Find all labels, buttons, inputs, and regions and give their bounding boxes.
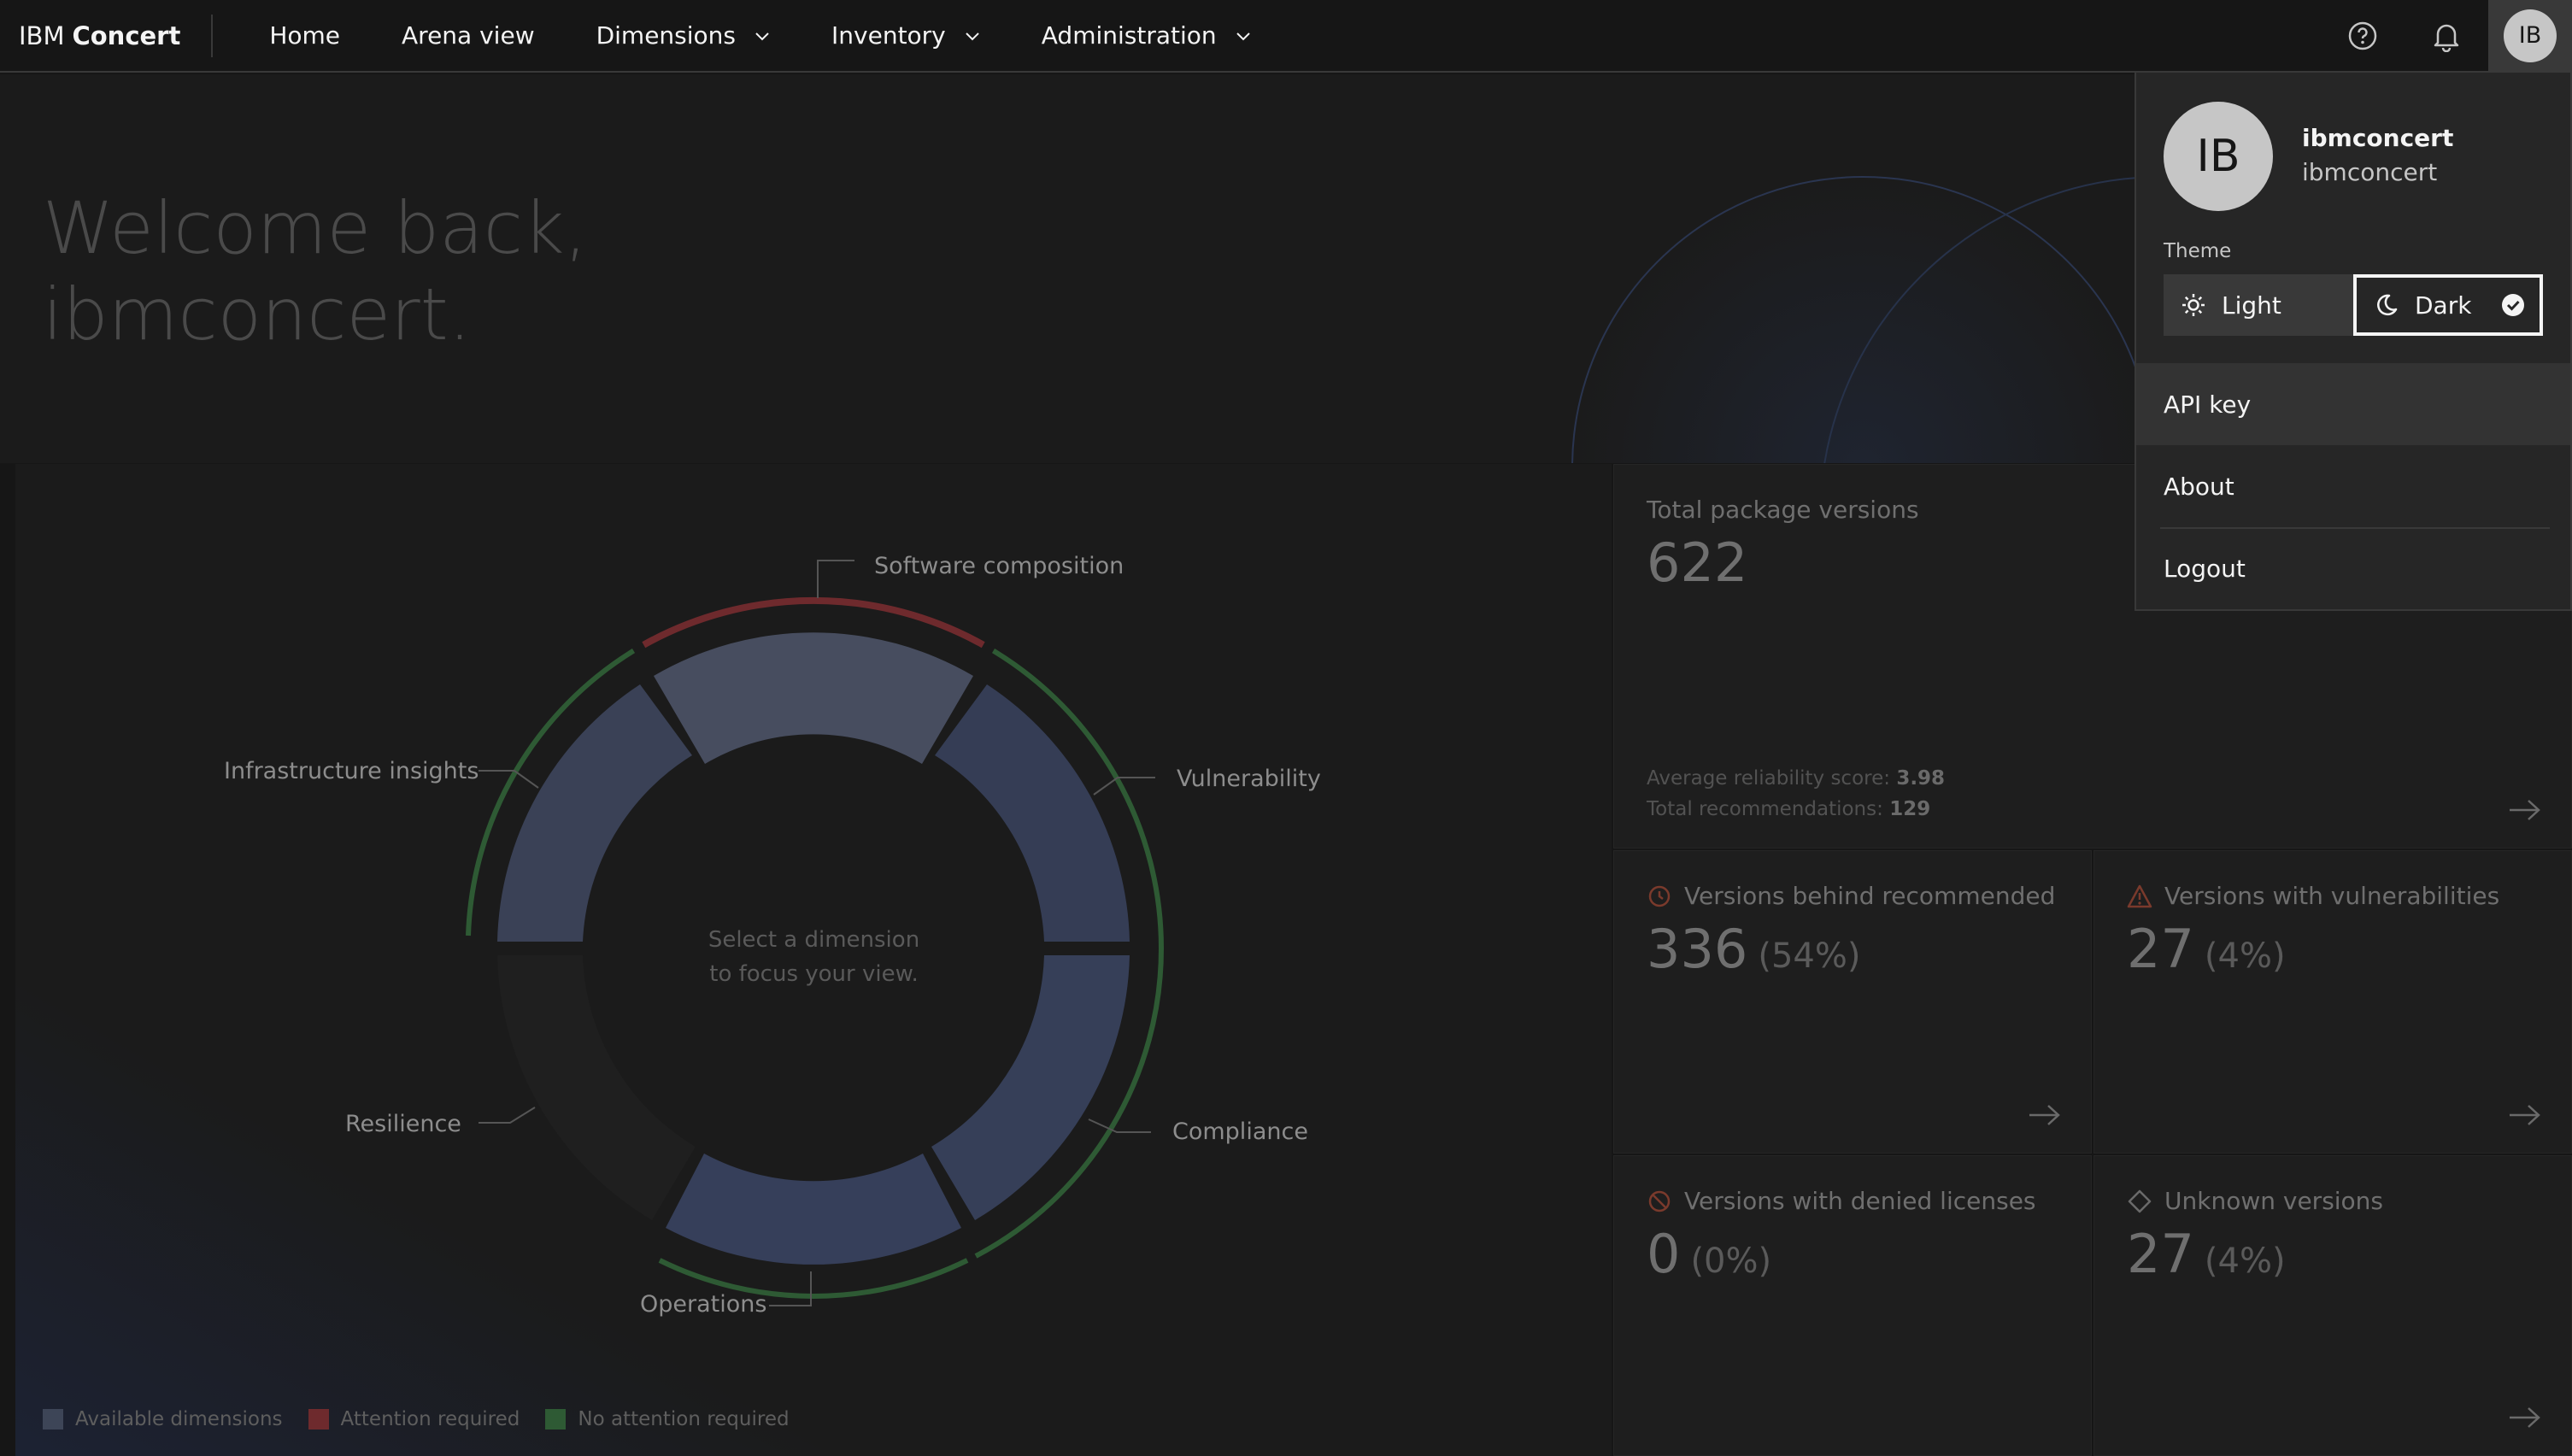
- unknown-title-text: Unknown versions: [2164, 1187, 2384, 1215]
- menu-item-about[interactable]: About: [2136, 445, 2570, 527]
- tile-title: Versions with vulnerabilities: [2127, 882, 2499, 910]
- leader-line-operations: [769, 1271, 812, 1306]
- total-recommendations: Total recommendations: 129: [1647, 798, 1930, 820]
- diamond-icon: [2128, 1189, 2152, 1212]
- segment-resilience[interactable]: [497, 955, 696, 1220]
- theme-label: Theme: [2164, 240, 2232, 262]
- legend-item-no-attention: No attention required: [545, 1408, 790, 1430]
- label-vulnerability[interactable]: Vulnerability: [1177, 766, 1321, 792]
- legend-swatch-available: [43, 1409, 63, 1430]
- user-avatar-button[interactable]: IB: [2488, 0, 2572, 72]
- label-resilience[interactable]: Resilience: [345, 1111, 461, 1137]
- avatar: IB: [2504, 9, 2557, 62]
- chart-center-hint: Select a dimension to focus your view.: [641, 923, 987, 991]
- denied-value: 0 (0%): [1647, 1223, 1771, 1285]
- leader-line-compliance: [1088, 1118, 1151, 1133]
- theme-light-label: Light: [2222, 291, 2281, 320]
- total-title-text: Total package versions: [1647, 496, 1919, 524]
- label-compliance[interactable]: Compliance: [1172, 1118, 1308, 1145]
- help-icon: [2348, 21, 2377, 50]
- menu-item-logout[interactable]: Logout: [2136, 527, 2570, 609]
- denied-pct: (0%): [1690, 1242, 1772, 1281]
- user-username: ibmconcert: [2302, 158, 2438, 186]
- leader-line-resilience: [479, 1107, 536, 1124]
- logout-label: Logout: [2164, 554, 2246, 583]
- vulns-pct: (4%): [2204, 936, 2286, 976]
- notifications-button[interactable]: [2405, 0, 2488, 72]
- segment-operations[interactable]: [666, 1154, 961, 1265]
- moon-icon: [2377, 294, 2398, 316]
- denied-title-text: Versions with denied licenses: [1684, 1187, 2036, 1215]
- hint-line-1: Select a dimension: [708, 927, 920, 953]
- notification-bell-icon: [2434, 24, 2459, 52]
- behind-value: 336 (54%): [1647, 918, 1860, 980]
- label-software-composition[interactable]: Software composition: [874, 553, 1124, 579]
- reliability-score: Average reliability score: 3.98: [1647, 767, 1945, 790]
- tile-title: Versions with denied licenses: [1647, 1187, 2036, 1215]
- behind-pct: (54%): [1758, 936, 1861, 976]
- about-label: About: [2164, 472, 2234, 501]
- vulns-title-text: Versions with vulnerabilities: [2164, 882, 2500, 910]
- denied-icon: [1648, 1190, 1671, 1212]
- legend-item-attention: Attention required: [308, 1408, 520, 1430]
- versions-denied-licenses-tile[interactable]: Versions with denied licenses 0 (0%): [1613, 1155, 2092, 1456]
- legend-label-available: Available dimensions: [75, 1408, 283, 1430]
- theme-light-button[interactable]: Light: [2164, 274, 2353, 336]
- legend-item-available: Available dimensions: [43, 1408, 283, 1430]
- versions-vulnerabilities-tile[interactable]: Versions with vulnerabilities 27 (4%): [2093, 850, 2572, 1154]
- leader-line-software-composition: [817, 560, 854, 598]
- unknown-pct: (4%): [2204, 1242, 2286, 1281]
- segment-infrastructure[interactable]: [497, 684, 692, 942]
- unknown-versions-tile[interactable]: Unknown versions 27 (4%): [2093, 1155, 2572, 1456]
- sun-icon: [2182, 294, 2205, 316]
- user-display-name: ibmconcert: [2302, 124, 2454, 152]
- theme-switcher: Light Dark: [2164, 274, 2543, 336]
- chart-legend: Available dimensions Attention required …: [43, 1408, 790, 1430]
- warning-icon: [2127, 884, 2152, 907]
- segment-compliance[interactable]: [931, 955, 1130, 1220]
- checkmark-filled-icon: [2502, 294, 2524, 316]
- total-value: 622: [1647, 531, 1748, 594]
- user-profile-menu: IB ibmconcert ibmconcert Theme Light Dar…: [2135, 73, 2572, 611]
- reliability-value: 3.98: [1896, 767, 1946, 790]
- legend-swatch-no-attention: [545, 1409, 567, 1430]
- arrow-right-icon[interactable]: [2028, 1103, 2062, 1127]
- history-icon: [1648, 885, 1671, 907]
- behind-title-text: Versions behind recommended: [1684, 882, 2056, 910]
- avatar: IB: [2164, 102, 2273, 211]
- menu-item-api-key[interactable]: API key: [2136, 363, 2570, 445]
- hint-line-2: to focus your view.: [709, 961, 919, 987]
- recommendations-value: 129: [1889, 798, 1931, 820]
- arrow-right-icon[interactable]: [2508, 798, 2542, 822]
- tile-title: Total package versions: [1647, 496, 1919, 524]
- segment-vulnerability[interactable]: [935, 684, 1130, 942]
- dimensions-ring-chart: [466, 560, 1164, 1306]
- label-operations[interactable]: Operations: [640, 1291, 766, 1318]
- label-infrastructure-insights[interactable]: Infrastructure insights: [224, 758, 479, 784]
- vulns-count: 27: [2127, 918, 2194, 980]
- theme-dark-button[interactable]: Dark: [2353, 274, 2543, 336]
- arrow-right-icon[interactable]: [2508, 1406, 2542, 1430]
- vulns-value: 27 (4%): [2127, 918, 2286, 980]
- header-actions: IB: [2321, 0, 2572, 72]
- legend-label-no-attention: No attention required: [578, 1408, 790, 1430]
- recommendations-label: Total recommendations:: [1647, 798, 1883, 820]
- legend-label-attention: Attention required: [340, 1408, 520, 1430]
- reliability-label: Average reliability score:: [1647, 767, 1890, 790]
- arrow-right-icon[interactable]: [2508, 1103, 2542, 1127]
- legend-swatch-attention: [308, 1409, 329, 1430]
- unknown-count: 27: [2127, 1223, 2194, 1285]
- api-key-label: API key: [2164, 390, 2252, 419]
- help-button[interactable]: [2321, 0, 2405, 72]
- behind-count: 336: [1647, 918, 1748, 980]
- tile-title: Versions behind recommended: [1647, 882, 2055, 910]
- theme-dark-label: Dark: [2415, 291, 2472, 320]
- versions-behind-tile[interactable]: Versions behind recommended 336 (54%): [1613, 850, 2092, 1154]
- segment-software-composition[interactable]: [654, 632, 973, 764]
- tile-title: Unknown versions: [2127, 1187, 2383, 1215]
- unknown-value: 27 (4%): [2127, 1223, 2286, 1285]
- denied-count: 0: [1647, 1223, 1681, 1285]
